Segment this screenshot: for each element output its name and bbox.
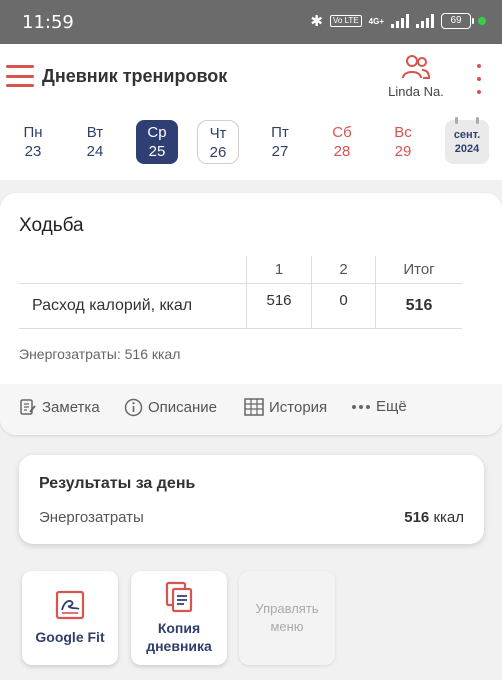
status-icons: ✱ Vo LTE 4G+ 69 [310, 12, 486, 30]
week-strip: Пн 23 Вт 24 Ср 25 Чт 26 Пт 27 Сб 28 Вс 29 сент.… [0, 110, 502, 180]
description-label: Описание [148, 399, 218, 416]
results-unit: ккал [433, 509, 464, 526]
month-label: сент. [453, 129, 481, 141]
privacy-dot-icon [478, 17, 486, 25]
info-icon [124, 398, 143, 417]
day-thu[interactable]: Чт 26 [197, 120, 239, 164]
copy-diary-tile[interactable]: Копия дневника [131, 571, 227, 665]
status-time: 11:59 [22, 12, 74, 33]
day-tue[interactable]: Вт 24 [74, 120, 116, 164]
energy-summary: Энергозатраты: 516 ккал [19, 346, 181, 362]
row-value[interactable]: 0 [311, 284, 375, 328]
google-fit-icon [55, 590, 85, 620]
manage-menu-label: Управлять меню [239, 600, 335, 636]
volte-icon: Vo LTE [330, 15, 362, 27]
users-icon [402, 55, 431, 79]
copy-documents-icon [165, 581, 193, 613]
day-abbr: Пт [271, 124, 289, 141]
table-row[interactable]: Расход калорий, ккал 516 0 516 [19, 284, 462, 329]
more-label: Ещё [376, 398, 407, 415]
signal-icon-2 [416, 14, 434, 28]
row-total: 516 [375, 284, 462, 328]
more-button[interactable]: Ещё [351, 398, 407, 415]
note-edit-icon [19, 398, 37, 416]
menu-icon[interactable] [6, 65, 34, 87]
day-sat[interactable]: Сб 28 [321, 120, 363, 164]
note-button[interactable]: Заметка [19, 398, 100, 416]
results-number: 516 [404, 509, 430, 526]
manage-label-line: меню [270, 619, 304, 634]
copy-label-line: дневника [146, 638, 212, 654]
month-picker[interactable]: сент. 2024 [445, 117, 489, 164]
day-abbr: Чт [209, 125, 227, 142]
day-abbr: Вт [86, 124, 104, 141]
exercise-actions: Заметка Описание История Ещё [0, 384, 502, 435]
table-header: 1 2 Итог [19, 256, 462, 284]
results-title: Результаты за день [39, 475, 196, 492]
history-button[interactable]: История [244, 398, 327, 416]
results-label: Энергозатраты [39, 509, 144, 526]
row-value[interactable]: 516 [246, 284, 311, 328]
day-number: 27 [271, 143, 289, 160]
copy-diary-label: Копия дневника [131, 619, 227, 655]
google-fit-tile[interactable]: Google Fit [22, 571, 118, 665]
results-value: 516 ккал [404, 509, 464, 526]
column-header: 1 [246, 256, 311, 283]
day-wed[interactable]: Ср 25 [136, 120, 178, 164]
manage-menu-tile[interactable]: Управлять меню [239, 571, 335, 665]
bluetooth-icon: ✱ [310, 13, 323, 30]
day-fri[interactable]: Пт 27 [259, 120, 301, 164]
day-number: 26 [209, 144, 227, 161]
daily-results-card: Результаты за день Энергозатраты 516 кка… [19, 455, 484, 544]
copy-label-line: Копия [157, 620, 201, 636]
more-vert-icon[interactable] [474, 64, 484, 94]
day-sun[interactable]: Вс 29 [382, 120, 424, 164]
network-type: 4G+ [368, 16, 384, 26]
day-abbr: Пн [23, 124, 43, 141]
user-name: Linda Na. [388, 84, 444, 99]
year-label: 2024 [454, 143, 480, 155]
app-bar: Дневник тренировок Linda Na. [0, 44, 502, 110]
day-number: 28 [333, 143, 351, 160]
day-number: 23 [24, 143, 42, 160]
day-abbr: Сб [332, 124, 352, 141]
day-abbr: Вс [394, 124, 412, 141]
battery-icon: 69 [441, 13, 474, 29]
table-grid-icon [244, 398, 264, 416]
manage-label-line: Управлять [255, 601, 319, 616]
day-mon[interactable]: Пн 23 [12, 120, 54, 164]
google-fit-label: Google Fit [35, 629, 105, 645]
page-title: Дневник тренировок [42, 66, 228, 86]
day-number: 24 [86, 143, 104, 160]
status-bar: 11:59 ✱ Vo LTE 4G+ 69 [0, 0, 502, 44]
row-label: Расход калорий, ккал [32, 297, 193, 314]
signal-icon [391, 14, 409, 28]
day-number: 29 [394, 143, 412, 160]
column-header: 2 [311, 256, 375, 283]
note-label: Заметка [42, 398, 100, 416]
exercise-table: 1 2 Итог Расход калорий, ккал 516 0 516 [19, 256, 462, 329]
exercise-card: Ходьба 1 2 Итог Расход калорий, ккал 516… [0, 193, 502, 435]
history-label: История [269, 398, 328, 416]
day-number: 25 [148, 143, 166, 160]
day-abbr: Ср [147, 124, 167, 141]
more-horiz-icon [351, 404, 371, 410]
exercise-title[interactable]: Ходьба [19, 215, 84, 237]
description-button[interactable]: Описание [124, 398, 217, 417]
column-header: Итог [375, 256, 462, 283]
user-switcher[interactable]: Linda Na. [382, 54, 450, 99]
